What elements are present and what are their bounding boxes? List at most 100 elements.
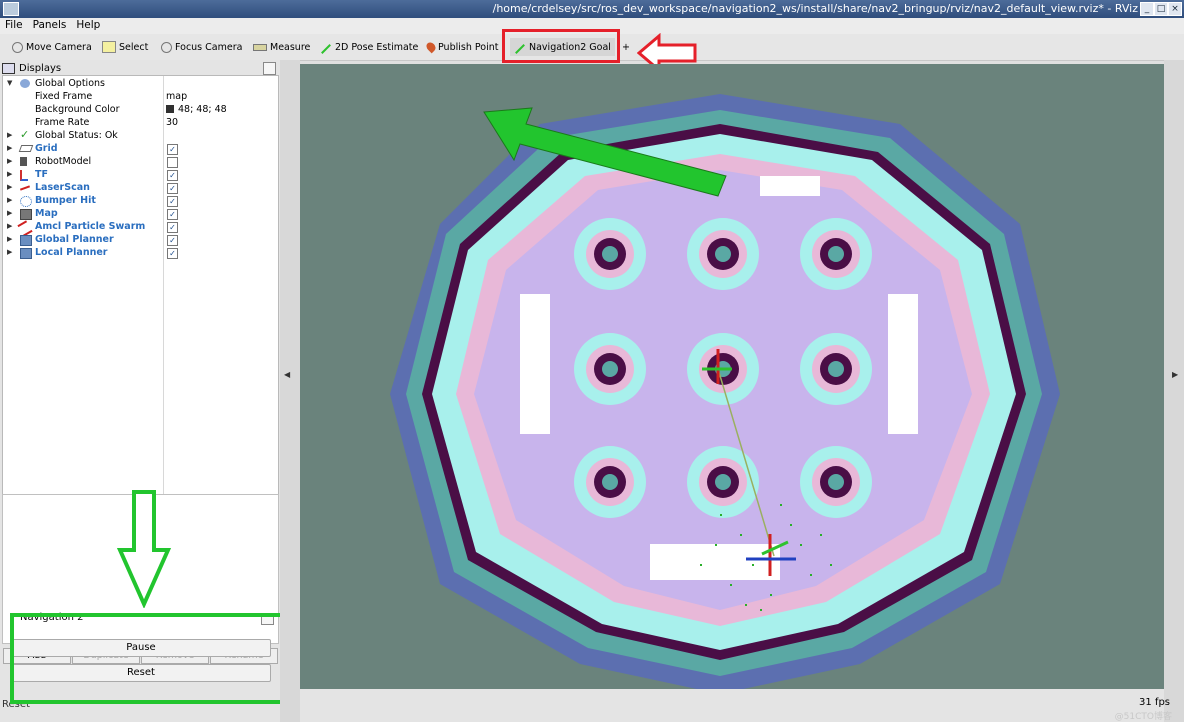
tree-row-global-status[interactable]: ▶ ✓ Global Status: Ok (3, 129, 278, 142)
laser-icon (19, 185, 31, 191)
free-space-patch (520, 294, 550, 434)
measure-tool[interactable]: Measure (253, 39, 310, 55)
move-camera-icon (12, 41, 23, 53)
publish-point-label: Publish Point (438, 41, 499, 53)
grid-checkbox[interactable]: ✓ (167, 144, 178, 155)
select-icon (102, 41, 116, 53)
global-options-label: Global Options (35, 78, 105, 89)
map-icon (20, 209, 32, 220)
frame-rate-value[interactable]: 30 (166, 116, 178, 129)
3d-render-view[interactable] (300, 64, 1164, 689)
local-planner-label: Local Planner (35, 247, 108, 258)
tree-row-fixed-frame[interactable]: Fixed Frame map (3, 90, 278, 103)
expand-arrow-icon[interactable]: ▶ (7, 207, 12, 220)
grid-icon (18, 145, 34, 152)
background-color-text: 48; 48; 48 (178, 104, 227, 115)
title-bar: /home/crdelsey/src/ros_dev_workspace/nav… (0, 0, 1184, 18)
laserscan-checkbox[interactable]: ✓ (167, 183, 178, 194)
maximize-button[interactable]: □ (1154, 2, 1168, 16)
minimize-button[interactable]: _ (1140, 2, 1154, 16)
expand-arrow-icon[interactable]: ▶ (7, 194, 12, 207)
menu-panels[interactable]: Panels (28, 18, 72, 32)
tree-row-laserscan[interactable]: ▶ LaserScan ✓ (3, 181, 278, 194)
frame-rate-label: Frame Rate (35, 117, 90, 128)
expand-arrow-icon[interactable]: ▶ (7, 155, 12, 168)
expand-arrow-icon[interactable]: ▶ (7, 233, 12, 246)
folder-icon (20, 248, 32, 259)
global-status-label: Global Status: Ok (35, 130, 118, 141)
map-label: Map (35, 208, 58, 219)
tree-row-local-planner[interactable]: ▶ Local Planner ✓ (3, 246, 278, 259)
globe-icon (20, 79, 30, 88)
expand-arrow-icon[interactable]: ▶ (7, 220, 12, 233)
annotation-highlight-box (502, 29, 620, 63)
select-label: Select (119, 41, 149, 53)
global-planner-checkbox[interactable]: ✓ (167, 235, 178, 246)
collapse-right-icon[interactable]: ▶ (1172, 370, 1178, 379)
grid-label: Grid (35, 143, 58, 154)
tree-row-global-options[interactable]: ▼ Global Options (3, 77, 278, 90)
global-planner-label: Global Planner (35, 234, 114, 245)
background-color-label: Background Color (35, 104, 120, 115)
tree-row-map[interactable]: ▶ Map ✓ (3, 207, 278, 220)
tf-checkbox[interactable]: ✓ (167, 170, 178, 181)
measure-label: Measure (270, 41, 311, 53)
dock-splitter-left[interactable]: ◀ (280, 60, 300, 722)
fps-readout: 31 fps (1139, 697, 1170, 708)
free-space-patch (888, 294, 918, 434)
collapse-left-icon[interactable]: ◀ (284, 370, 290, 379)
tree-row-global-planner[interactable]: ▶ Global Planner ✓ (3, 233, 278, 246)
amcl-particle-swarm-label: Amcl Particle Swarm (35, 221, 146, 232)
tf-axes-icon (20, 170, 28, 181)
watermark: @51CTO博客 (1114, 712, 1172, 722)
dock-splitter-right[interactable]: ▶ (1164, 60, 1184, 722)
expand-arrow-icon[interactable]: ▶ (7, 168, 12, 181)
expand-arrow-icon[interactable]: ▶ (7, 142, 12, 155)
pose-estimate-tool[interactable]: 2D Pose Estimate (320, 39, 418, 55)
expand-arrow-icon[interactable]: ▶ (7, 246, 12, 259)
add-tool-icon[interactable]: + (622, 39, 630, 55)
rviz-app-icon (3, 2, 19, 16)
pose-arrow-icon (321, 44, 331, 54)
focus-camera-icon (161, 41, 172, 53)
robotmodel-checkbox[interactable] (167, 157, 178, 168)
tree-row-grid[interactable]: ▶ Grid ✓ (3, 142, 278, 155)
status-ok-icon: ✓ (20, 128, 30, 141)
expand-arrow-icon[interactable]: ▶ (7, 181, 12, 194)
collapse-arrow-icon[interactable]: ▼ (7, 77, 12, 90)
tree-row-amcl-particle-swarm[interactable]: ▶ Amcl Particle Swarm ✓ (3, 220, 278, 237)
fixed-frame-value[interactable]: map (166, 90, 187, 103)
menu-help[interactable]: Help (71, 18, 105, 32)
panel-float-button[interactable] (263, 62, 276, 75)
focus-camera-label: Focus Camera (175, 41, 243, 53)
displays-title: Displays (19, 63, 62, 74)
tree-row-tf[interactable]: ▶ TF ✓ (3, 168, 278, 181)
map-checkbox[interactable]: ✓ (167, 209, 178, 220)
bumper-hit-checkbox[interactable]: ✓ (167, 196, 178, 207)
focus-camera-tool[interactable]: Focus Camera (161, 39, 242, 55)
monitor-icon (2, 63, 15, 74)
bumper-icon (20, 196, 32, 207)
tree-row-background-color[interactable]: Background Color 48; 48; 48 (3, 103, 278, 116)
annotation-highlight-box-green (10, 613, 286, 704)
close-button[interactable]: × (1168, 2, 1182, 16)
amcl-particle-swarm-checkbox[interactable]: ✓ (167, 222, 178, 233)
tree-row-frame-rate[interactable]: Frame Rate 30 (3, 116, 278, 129)
tf-label: TF (35, 169, 48, 180)
map-pin-icon (424, 40, 438, 54)
menu-file[interactable]: File (0, 18, 28, 32)
expand-arrow-icon[interactable]: ▶ (7, 129, 12, 142)
background-color-value[interactable]: 48; 48; 48 (166, 103, 227, 116)
move-camera-tool[interactable]: Move Camera (12, 39, 92, 55)
free-space-patch (650, 544, 780, 580)
fixed-frame-label: Fixed Frame (35, 91, 93, 102)
tree-row-robotmodel[interactable]: ▶ RobotModel (3, 155, 278, 168)
tree-row-bumper-hit[interactable]: ▶ Bumper Hit ✓ (3, 194, 278, 207)
window-title: /home/crdelsey/src/ros_dev_workspace/nav… (492, 2, 1138, 15)
publish-point-tool[interactable]: Publish Point (424, 39, 499, 55)
costmap-render[interactable] (300, 64, 1164, 689)
annotation-arrow-down (116, 490, 172, 608)
move-camera-label: Move Camera (26, 41, 92, 53)
local-planner-checkbox[interactable]: ✓ (167, 248, 178, 259)
select-tool[interactable]: Select (102, 39, 148, 55)
